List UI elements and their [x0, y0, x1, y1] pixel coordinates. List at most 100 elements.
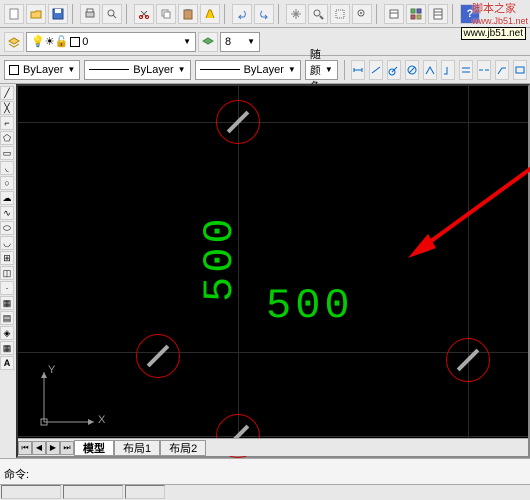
line-button[interactable]: ╱ [0, 86, 14, 100]
dim-angular-button[interactable] [423, 60, 437, 80]
rectangle-button[interactable]: ▭ [0, 146, 14, 160]
dim-linear-button[interactable] [351, 60, 365, 80]
polygon-button[interactable]: ⬠ [0, 131, 14, 145]
color-swatch [70, 37, 80, 47]
dim-continue-button[interactable] [477, 60, 491, 80]
region-button[interactable]: ◈ [0, 326, 14, 340]
dimension-text-vertical: 500 [196, 214, 244, 302]
grip-marker[interactable] [446, 338, 490, 382]
lineweight-combo[interactable]: ByLayer ▼ [195, 60, 301, 80]
separator [278, 4, 282, 24]
redo-button[interactable] [254, 4, 274, 24]
preview-button[interactable] [102, 4, 122, 24]
mtext-button[interactable]: A [0, 356, 14, 370]
dim-radius-button[interactable] [387, 60, 401, 80]
pan-button[interactable] [286, 4, 306, 24]
ellipse-button[interactable]: ⬭ [0, 221, 14, 235]
help-tooltip: www.jb51.net [461, 27, 526, 40]
color-value: ByLayer [23, 64, 63, 76]
status-cell[interactable] [125, 485, 165, 499]
open-button[interactable] [26, 4, 46, 24]
separator [126, 4, 130, 24]
layer-name: 0 [82, 36, 88, 48]
separator [376, 4, 380, 24]
separator [224, 4, 228, 24]
zoom-previous-button[interactable] [352, 4, 372, 24]
linetype-combo[interactable]: ByLayer ▼ [84, 60, 190, 80]
status-bar [0, 484, 530, 500]
design-center-button[interactable] [406, 4, 426, 24]
gradient-button[interactable]: ▤ [0, 311, 14, 325]
color-swatch [9, 65, 19, 75]
new-button[interactable] [4, 4, 24, 24]
dim-leader-button[interactable] [495, 60, 509, 80]
grip-marker[interactable] [216, 100, 260, 144]
watermark: 脚本之家 www.Jb51.net [472, 0, 528, 27]
spline-button[interactable]: ∿ [0, 206, 14, 220]
zoom-button[interactable] [308, 4, 328, 24]
ellipse-arc-button[interactable]: ◡ [0, 236, 14, 250]
tab-label: 布局2 [169, 440, 197, 456]
watermark-url: www.Jb51.net [472, 16, 528, 26]
print-button[interactable] [80, 4, 100, 24]
dim-baseline-button[interactable] [459, 60, 473, 80]
insert-button[interactable]: ⊞ [0, 251, 14, 265]
pline-button[interactable]: ⌐ [0, 116, 14, 130]
color-combo[interactable]: ByLayer ▼ [4, 60, 80, 80]
revcloud-button[interactable]: ☁ [0, 191, 14, 205]
layer-properties-button[interactable] [4, 32, 24, 52]
properties-button[interactable] [384, 4, 404, 24]
copy-button[interactable] [156, 4, 176, 24]
tab-first-button[interactable]: ⏮ [18, 441, 32, 455]
ucs-icon: X Y [34, 364, 104, 434]
separator [72, 4, 76, 24]
draw-toolbar: ╱ ╳ ⌐ ⬠ ▭ ◟ ○ ☁ ∿ ⬭ ◡ ⊞ ◫ · ▦ ▤ ◈ ▦ A [0, 84, 16, 458]
undo-button[interactable] [232, 4, 252, 24]
tab-model[interactable]: 模型 [74, 440, 114, 456]
paste-button[interactable] [178, 4, 198, 24]
standard-toolbar: ? [0, 0, 530, 28]
dim-diameter-button[interactable] [405, 60, 419, 80]
tool-palette-button[interactable] [428, 4, 448, 24]
tab-next-button[interactable]: ▶ [46, 441, 60, 455]
tab-layout1[interactable]: 布局1 [114, 440, 160, 456]
cut-button[interactable] [134, 4, 154, 24]
zoom-window-button[interactable] [330, 4, 350, 24]
dim-tolerance-button[interactable] [513, 60, 527, 80]
grid-line [18, 436, 528, 437]
tab-label: 布局1 [123, 440, 151, 456]
separator [344, 60, 345, 80]
layer-state-combo[interactable]: 8 ▼ [220, 32, 260, 52]
dim-ordinate-button[interactable] [441, 60, 455, 80]
lock-icon: 🔓 [55, 35, 69, 48]
layout-tabs: ⏮ ◀ ▶ ⏭ 模型 布局1 布局2 [18, 438, 528, 456]
circle-button[interactable]: ○ [0, 176, 14, 190]
lightbulb-icon: 💡 [31, 35, 45, 48]
drawing-canvas[interactable]: 500 500 X Y ⏮ ◀ ▶ ⏭ 模型 布局1 [16, 84, 530, 458]
xline-button[interactable]: ╳ [0, 101, 14, 115]
lineweight-value: ByLayer [244, 64, 284, 76]
dim-aligned-button[interactable] [369, 60, 383, 80]
layer-previous-button[interactable] [198, 32, 218, 52]
layer-combo[interactable]: 💡 ☀ 🔓 0 ▼ [26, 32, 196, 52]
annotation-arrow [398, 156, 530, 266]
point-button[interactable]: · [0, 281, 14, 295]
grip-marker[interactable] [136, 334, 180, 378]
grid-line [468, 86, 469, 456]
command-line[interactable]: 命令: [0, 458, 530, 484]
table-button[interactable]: ▦ [0, 341, 14, 355]
axis-y-label: Y [48, 364, 55, 376]
status-cell[interactable] [63, 485, 123, 499]
plotstyle-combo[interactable]: 随颜色 ▼ [305, 60, 338, 80]
arc-button[interactable]: ◟ [0, 161, 14, 175]
grid-line [18, 122, 528, 123]
hatch-button[interactable]: ▦ [0, 296, 14, 310]
tab-last-button[interactable]: ⏭ [60, 441, 74, 455]
tab-layout2[interactable]: 布局2 [160, 440, 206, 456]
match-button[interactable] [200, 4, 220, 24]
tab-prev-button[interactable]: ◀ [32, 441, 46, 455]
save-button[interactable] [48, 4, 68, 24]
status-cell[interactable] [1, 485, 61, 499]
block-button[interactable]: ◫ [0, 266, 14, 280]
chevron-down-icon: ▼ [325, 65, 333, 74]
